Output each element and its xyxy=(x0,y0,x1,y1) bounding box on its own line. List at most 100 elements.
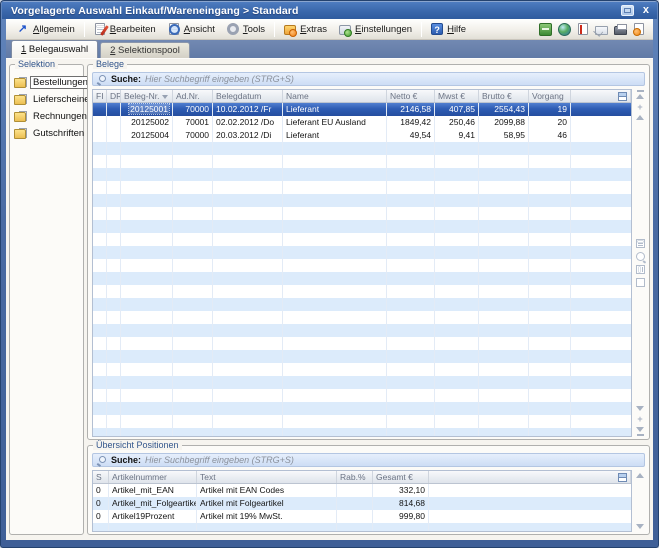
column-header-s[interactable]: S xyxy=(93,471,109,483)
menu-item-hilfe[interactable]: ? Hilfe xyxy=(425,21,472,37)
menu-item-tools[interactable]: Tools xyxy=(221,21,271,37)
cell-brutto: 2554,43 xyxy=(479,103,529,116)
scroll-top-controls: + xyxy=(636,89,644,123)
empty-row xyxy=(93,337,631,350)
cell-artikelnummer: Artikel_mit_EAN xyxy=(109,484,197,497)
cell-fi xyxy=(93,116,107,129)
menu-separator xyxy=(421,22,422,37)
column-header-rab[interactable]: Rab.% xyxy=(337,471,373,483)
table-row[interactable]: 0 Artikel19Prozent Artikel mit 19% MwSt.… xyxy=(93,510,631,523)
cell-ad-nr: 70001 xyxy=(173,116,213,129)
sidebar-item-gutschriften[interactable]: Gutschriften xyxy=(10,125,83,142)
column-header-name[interactable]: Name xyxy=(283,90,387,102)
cell-s: 0 xyxy=(93,484,109,497)
column-header-text[interactable]: Text xyxy=(197,471,337,483)
table-row[interactable]: 20125002 70001 02.02.2012 /Do Lieferant … xyxy=(93,116,631,129)
scroll-first-icon[interactable] xyxy=(637,90,644,92)
cell-brutto: 58,95 xyxy=(479,129,529,142)
column-chooser-icon xyxy=(618,473,627,482)
zoom-icon[interactable] xyxy=(636,252,645,261)
tab-selektionspool[interactable]: 2 Selektionspool xyxy=(100,42,190,58)
column-header-mwst[interactable]: Mwst € xyxy=(435,90,479,102)
belege-search-input[interactable]: Suche: Hier Suchbegriff eingeben (STRG+S… xyxy=(92,72,645,86)
table-row[interactable]: 0 Artikel_mit_Folgeartikel Artikel mit F… xyxy=(93,497,631,510)
mail-icon[interactable] xyxy=(595,26,608,35)
scroll-first-icon[interactable] xyxy=(636,94,644,99)
printer-icon[interactable] xyxy=(614,26,627,35)
table-row[interactable]: 20125001 70000 10.02.2012 /Fr Lieferant … xyxy=(93,103,631,116)
empty-row xyxy=(93,402,631,415)
column-chooser-button[interactable] xyxy=(615,90,631,102)
column-header-artikelnummer[interactable]: Artikelnummer xyxy=(109,471,197,483)
cell-fi xyxy=(93,129,107,142)
cell-belegdatum: 10.02.2012 /Fr xyxy=(213,103,283,116)
table-row[interactable]: 0 Artikel_mit_EAN Artikel mit EAN Codes … xyxy=(93,484,631,497)
scroll-up-icon[interactable] xyxy=(636,473,644,478)
menu-item-einstellungen[interactable]: Einstellungen xyxy=(333,21,418,37)
belege-panel-title: Belege xyxy=(93,59,127,69)
cell-text: Artikel mit Folgeartikel xyxy=(197,497,337,510)
close-icon[interactable]: x xyxy=(640,5,652,16)
column-header-fi[interactable]: FI xyxy=(93,90,107,102)
sidebar-item-rechnungen[interactable]: Rechnungen xyxy=(10,108,83,125)
empty-row xyxy=(93,376,631,389)
scroll-down-icon[interactable] xyxy=(636,524,644,529)
extras-icon xyxy=(284,25,296,35)
menu-item-bearbeiten[interactable]: Bearbeiten xyxy=(88,21,162,37)
empty-row xyxy=(93,155,631,168)
new-page-icon[interactable] xyxy=(634,23,644,35)
cell-artikelnummer: Artikel19Prozent xyxy=(109,510,197,523)
scroll-down-icon[interactable] xyxy=(636,406,644,411)
cell-dr xyxy=(107,103,121,116)
menu-item-extras[interactable]: Extras xyxy=(278,21,333,37)
column-header-beleg-nr[interactable]: Beleg-Nr. xyxy=(121,90,173,102)
tab-strip: 1 Belegauswahl 2 Selektionspool xyxy=(6,40,653,58)
menu-item-ansicht[interactable]: Ansicht xyxy=(162,21,221,37)
card-icon[interactable] xyxy=(636,278,645,287)
columns-icon[interactable] xyxy=(636,265,645,274)
expand-icon[interactable]: + xyxy=(637,103,642,111)
scroll-last-icon[interactable] xyxy=(637,434,644,436)
expand-icon[interactable]: + xyxy=(637,415,642,423)
arrow-icon: ↗ xyxy=(16,23,29,36)
sidebar-item-lieferscheine[interactable]: Lieferscheine xyxy=(10,91,83,108)
positionen-search-input[interactable]: Suche: Hier Suchbegriff eingeben (STRG+S… xyxy=(92,453,645,467)
scroll-bottom-controls xyxy=(636,521,644,532)
cell-beleg-nr: 20125002 xyxy=(121,116,173,129)
cell-rab xyxy=(337,484,373,497)
selektion-panel-title: Selektion xyxy=(15,59,58,69)
sidebar-item-bestellungen[interactable]: Bestellungen xyxy=(10,74,83,91)
empty-row xyxy=(93,324,631,337)
cell-brutto: 2099,88 xyxy=(479,116,529,129)
list-icon[interactable] xyxy=(636,239,645,248)
empty-row xyxy=(93,285,631,298)
table-row[interactable]: 20125004 70000 20.03.2012 /Di Lieferant … xyxy=(93,129,631,142)
column-chooser-button[interactable] xyxy=(615,471,631,483)
column-header-belegdatum[interactable]: Belegdatum xyxy=(213,90,283,102)
cell-vorgang: 19 xyxy=(529,103,571,116)
column-header-vorgang[interactable]: Vorgang xyxy=(529,90,571,102)
folder-icon xyxy=(14,94,27,105)
menu-item-allgemein[interactable]: ↗ Allgemein xyxy=(10,21,81,38)
column-header-netto[interactable]: Netto € xyxy=(387,90,435,102)
package-icon[interactable] xyxy=(539,23,552,36)
empty-row xyxy=(93,272,631,285)
tab-belegauswahl[interactable]: 1 Belegauswahl xyxy=(11,40,98,58)
scroll-up-icon[interactable] xyxy=(636,115,644,120)
search-icon xyxy=(97,74,107,84)
column-header-gesamt[interactable]: Gesamt € xyxy=(373,471,429,483)
scroll-last-icon[interactable] xyxy=(636,427,644,432)
belege-table: FI DR Beleg-Nr. Ad.Nr. Belegdatum Name N… xyxy=(92,89,632,437)
restore-icon[interactable] xyxy=(621,5,634,16)
tools-icon xyxy=(227,23,239,35)
empty-row xyxy=(93,181,631,194)
document-icon[interactable] xyxy=(578,23,588,35)
column-header-ad-nr[interactable]: Ad.Nr. xyxy=(173,90,213,102)
scroll-top-controls xyxy=(636,470,644,481)
empty-row xyxy=(93,350,631,363)
column-header-brutto[interactable]: Brutto € xyxy=(479,90,529,102)
globe-icon[interactable] xyxy=(558,23,571,36)
column-header-dr[interactable]: DR xyxy=(107,90,121,102)
column-chooser-icon xyxy=(618,92,627,101)
cell-rab xyxy=(337,497,373,510)
